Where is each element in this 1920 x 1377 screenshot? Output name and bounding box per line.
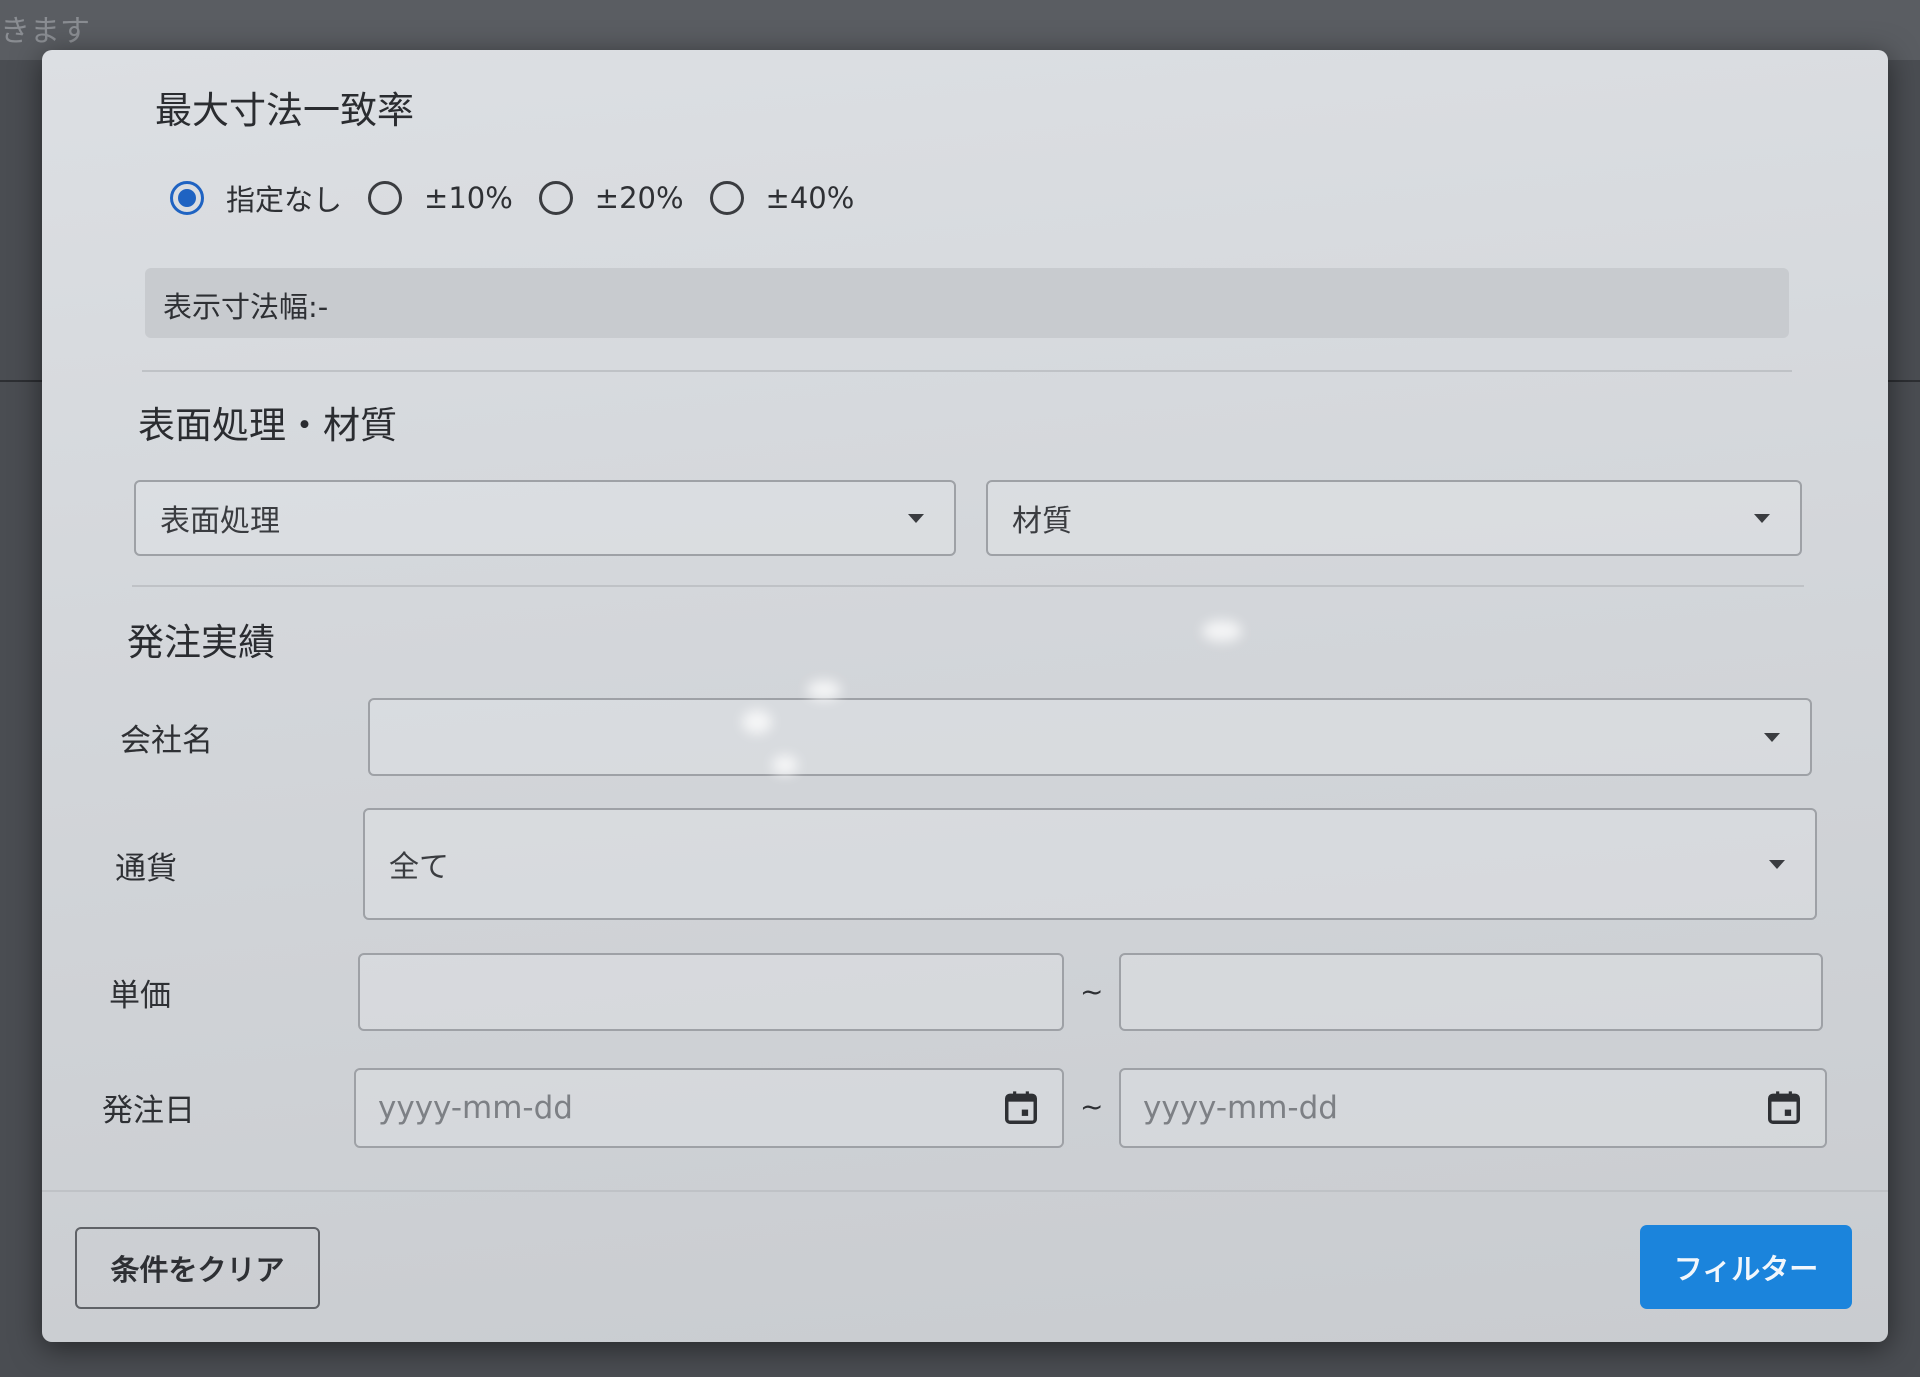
currency-label: 通貨: [115, 851, 177, 887]
order-date-label: 発注日: [102, 1093, 195, 1129]
range-separator: ~: [1080, 1090, 1104, 1123]
surface-treatment-select[interactable]: 表面処理: [134, 480, 956, 556]
radio-empty-icon: [368, 181, 403, 215]
caret-down-icon: [908, 514, 924, 523]
radio-option-40[interactable]: ±40%: [709, 181, 855, 215]
order-date-to-input[interactable]: yyyy-mm-dd: [1119, 1068, 1827, 1148]
filter-dialog: 最大寸法一致率 指定なし ±10% ±20% ±40% 表示寸法幅:- 表面処理…: [42, 50, 1888, 1342]
screen-glare: [772, 755, 798, 775]
radio-label: 指定なし: [226, 183, 343, 217]
caret-down-icon: [1769, 860, 1785, 869]
radio-empty-icon: [538, 181, 573, 215]
currency-select[interactable]: 全て: [363, 808, 1817, 920]
calendar-icon[interactable]: [1765, 1088, 1803, 1128]
display-width-bar: 表示寸法幅:-: [145, 268, 1789, 338]
screen-glare: [1202, 620, 1242, 642]
radio-label: ±10%: [424, 181, 513, 215]
radio-label: ±20%: [594, 181, 684, 215]
unit-price-label: 単価: [109, 978, 171, 1014]
unit-price-min-input[interactable]: [358, 953, 1064, 1031]
clear-conditions-button[interactable]: 条件をクリア: [75, 1227, 320, 1309]
date-placeholder: yyyy-mm-dd: [1143, 1090, 1338, 1126]
material-value: 材質: [1012, 504, 1072, 539]
radio-empty-icon: [709, 181, 744, 215]
divider: [142, 370, 1792, 372]
surface-material-title: 表面処理・材質: [138, 404, 397, 447]
company-select[interactable]: [368, 698, 1812, 776]
range-separator: ~: [1080, 975, 1104, 1008]
footer-divider: [42, 1190, 1888, 1192]
caret-down-icon: [1754, 514, 1770, 523]
screen-glare: [742, 710, 772, 734]
screen-glare: [807, 680, 841, 700]
divider: [132, 585, 1804, 587]
radio-option-10[interactable]: ±10%: [368, 181, 513, 215]
company-label: 会社名: [120, 723, 213, 759]
caret-down-icon: [1764, 733, 1780, 742]
filter-button[interactable]: フィルター: [1640, 1225, 1852, 1309]
order-date-from-input[interactable]: yyyy-mm-dd: [354, 1068, 1064, 1148]
surface-treatment-value: 表面処理: [160, 504, 280, 539]
radio-selected-icon: [170, 181, 204, 215]
radio-option-none[interactable]: 指定なし: [170, 177, 342, 219]
currency-value: 全て: [389, 850, 449, 885]
calendar-icon[interactable]: [1002, 1088, 1040, 1128]
dimension-match-title: 最大寸法一致率: [155, 89, 414, 132]
order-history-title: 発注実績: [127, 621, 275, 664]
radio-label: ±40%: [765, 181, 855, 215]
display-width-text: 表示寸法幅:-: [163, 290, 329, 324]
dimension-match-radio-group: 指定なし ±10% ±20% ±40%: [170, 177, 880, 219]
unit-price-max-input[interactable]: [1119, 953, 1823, 1031]
radio-option-20[interactable]: ±20%: [538, 181, 684, 215]
background-text: きます: [0, 14, 90, 49]
date-placeholder: yyyy-mm-dd: [378, 1090, 573, 1126]
material-select[interactable]: 材質: [986, 480, 1802, 556]
